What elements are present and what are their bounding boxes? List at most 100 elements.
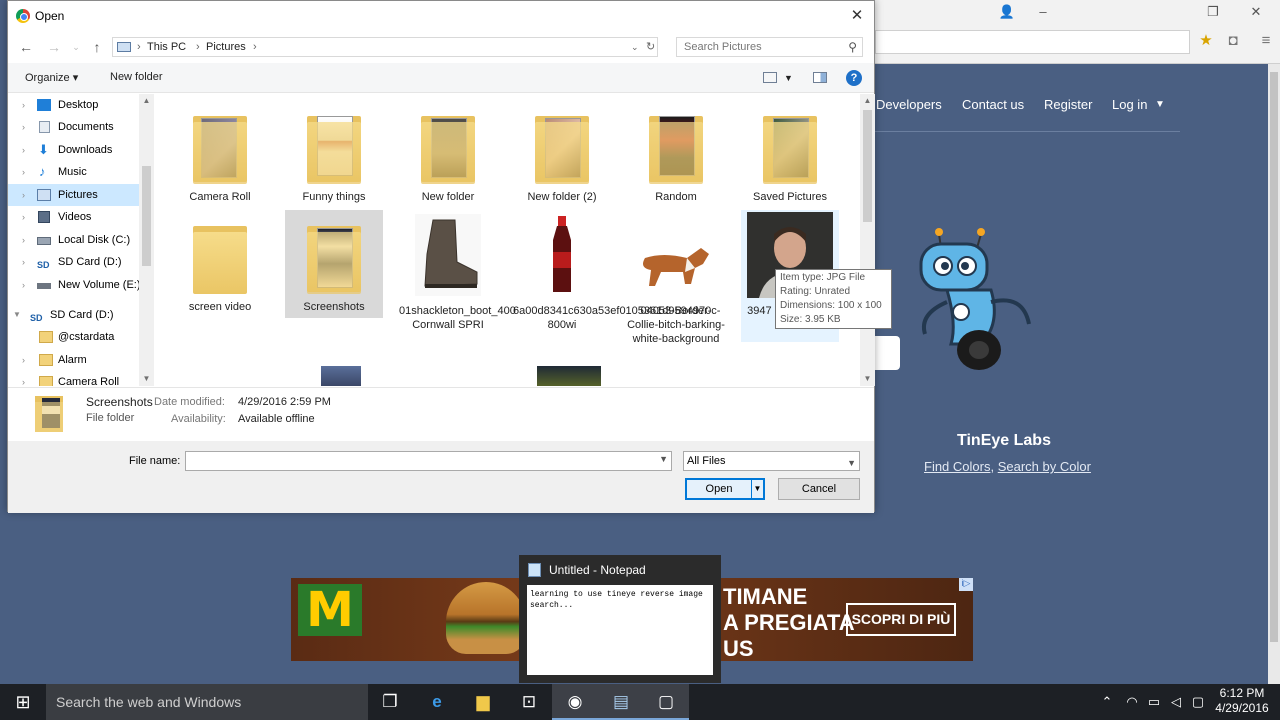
nav-register[interactable]: Register xyxy=(1044,97,1092,112)
file-item-screenshots[interactable]: Screenshots xyxy=(285,210,383,318)
expand-arrow-icon[interactable]: › xyxy=(22,371,25,386)
file-item-new-folder-2[interactable]: New folder (2) xyxy=(513,100,611,208)
close-window-icon[interactable]: ✕ xyxy=(1238,2,1274,22)
expand-arrow-icon[interactable]: › xyxy=(22,116,25,138)
file-item-random[interactable]: Random xyxy=(627,100,725,208)
back-arrow-icon[interactable]: ← xyxy=(16,37,36,57)
chrome-taskbar-icon[interactable]: ◉ xyxy=(552,684,598,720)
taskbar-search[interactable]: Search the web and Windows xyxy=(46,684,368,720)
expand-arrow-icon[interactable]: › xyxy=(22,251,25,273)
recent-locations-icon[interactable]: ⌄ xyxy=(66,37,86,57)
battery-icon[interactable]: ▭ xyxy=(1144,684,1164,720)
close-icon[interactable]: ✕ xyxy=(846,5,868,27)
store-icon[interactable]: ⊡ xyxy=(506,684,552,720)
browser-scrollbar[interactable] xyxy=(1268,64,1280,684)
sidebar-item-documents[interactable]: › Documents xyxy=(8,116,139,138)
file-item-border-collie[interactable]: 04053-Border-Collie-bitch-barking-white-… xyxy=(627,210,725,356)
expand-arrow-icon[interactable]: › xyxy=(22,349,25,371)
task-view-icon[interactable]: ❐ xyxy=(367,684,413,720)
minimize-icon[interactable]: – xyxy=(1025,2,1061,22)
search-by-color-link[interactable]: Search by Color xyxy=(998,459,1091,474)
sidebar-item-videos[interactable]: › Videos xyxy=(8,206,139,228)
navigation-scrollbar[interactable]: ▲ ▼ xyxy=(139,94,154,386)
refresh-icon[interactable]: ↻ xyxy=(646,38,655,56)
file-item-funny-things[interactable]: Funny things xyxy=(285,100,383,208)
file-list-scrollbar[interactable]: ▲ ▼ xyxy=(860,94,875,386)
wifi-icon[interactable]: ◠ xyxy=(1122,684,1142,720)
user-icon[interactable]: 👤 xyxy=(989,2,1025,22)
notepad-preview[interactable]: Untitled - Notepad learning to use tiney… xyxy=(519,555,721,683)
camera-icon[interactable]: ◘ xyxy=(1222,31,1244,51)
sidebar-item-music[interactable]: › ♪ Music xyxy=(8,161,139,183)
sidebar-item-alarm[interactable]: › Alarm xyxy=(8,349,139,371)
breadcrumb-pictures[interactable]: Pictures xyxy=(206,38,246,56)
expand-arrow-icon[interactable]: › xyxy=(22,206,25,228)
file-item-screen-video[interactable]: screen video xyxy=(171,210,269,318)
scroll-down-icon[interactable]: ▼ xyxy=(141,374,152,383)
scrollbar-thumb[interactable] xyxy=(142,166,151,266)
find-colors-link[interactable]: Find Colors xyxy=(924,459,990,474)
file-item-shackleton-boot[interactable]: 01shackleton_boot_400 Cornwall SPRI xyxy=(399,210,516,336)
organize-button[interactable]: Organize ▾ xyxy=(25,71,78,84)
scrollbar-thumb[interactable] xyxy=(863,110,872,222)
file-name-field[interactable]: ▼ xyxy=(185,451,672,471)
address-bar[interactable] xyxy=(875,30,1190,54)
file-type-select[interactable]: All Files ▼ xyxy=(683,451,860,471)
collapse-arrow-icon[interactable]: ▼ xyxy=(13,304,21,326)
sidebar-item-sd-card-expanded[interactable]: ▼ SD SD Card (D:) xyxy=(8,304,139,326)
change-view-icon[interactable] xyxy=(763,72,777,83)
sidebar-item-cstardata[interactable]: @cstardata xyxy=(8,326,139,348)
expand-arrow-icon[interactable]: › xyxy=(22,161,25,183)
sidebar-item-pictures[interactable]: › Pictures xyxy=(8,184,139,206)
cancel-button[interactable]: Cancel xyxy=(778,478,860,500)
file-item-dr-pepper[interactable]: 6a00d8341c630a53ef0105361d9594970c-800wi xyxy=(513,210,720,336)
open-button[interactable]: Open ▼ xyxy=(685,478,765,500)
chevron-down-icon[interactable]: ▼ xyxy=(784,73,793,83)
nav-developers[interactable]: Developers xyxy=(876,97,942,112)
restore-icon[interactable]: ❐ xyxy=(1195,2,1231,22)
file-explorer-icon[interactable]: ▆ xyxy=(460,684,506,720)
new-folder-button[interactable]: New folder xyxy=(110,71,163,83)
menu-icon[interactable]: ≡ xyxy=(1255,31,1277,51)
ad-info-icon[interactable]: i▷ xyxy=(959,578,973,591)
taskbar-clock[interactable]: 6:12 PM 4/29/2016 xyxy=(1210,686,1274,716)
search-icon[interactable]: ⚲ xyxy=(848,38,857,56)
ad-cta-button[interactable]: SCOPRI DI PIÙ xyxy=(846,603,956,636)
preview-pane-icon[interactable] xyxy=(813,72,827,83)
chevron-down-icon[interactable]: ▼ xyxy=(659,454,668,464)
chevron-down-icon[interactable]: ⌄ xyxy=(631,38,639,56)
expand-arrow-icon[interactable]: › xyxy=(22,94,25,116)
sidebar-item-camera-roll[interactable]: › Camera Roll xyxy=(8,371,139,386)
file-item-camera-roll[interactable]: Camera Roll xyxy=(171,100,269,208)
scroll-up-icon[interactable]: ▲ xyxy=(862,96,873,105)
volume-icon[interactable]: ◁ xyxy=(1166,684,1186,720)
help-icon[interactable]: ? xyxy=(846,70,862,86)
up-arrow-icon[interactable]: ↑ xyxy=(87,37,107,57)
sidebar-item-new-volume[interactable]: › New Volume (E:) xyxy=(8,274,141,296)
forward-arrow-icon[interactable]: → xyxy=(44,37,64,57)
nav-contact-us[interactable]: Contact us xyxy=(962,97,1024,112)
edge-icon[interactable]: e xyxy=(414,684,460,720)
notepad-taskbar-icon[interactable]: ▤ xyxy=(598,684,644,720)
sidebar-item-desktop[interactable]: › Desktop xyxy=(8,94,139,116)
sidebar-item-local-disk[interactable]: › Local Disk (C:) xyxy=(8,229,139,251)
expand-arrow-icon[interactable]: › xyxy=(22,184,25,206)
expand-arrow-icon[interactable]: › xyxy=(22,274,25,296)
window-taskbar-icon[interactable]: ▢ xyxy=(643,684,689,720)
file-item-new-folder[interactable]: New folder xyxy=(399,100,497,208)
chevron-down-icon[interactable]: ▼ xyxy=(1155,99,1165,110)
show-hidden-icons[interactable]: ⌃ xyxy=(1098,684,1116,720)
breadcrumb-this-pc[interactable]: This PC xyxy=(147,38,186,56)
action-center-icon[interactable]: ▢ xyxy=(1188,684,1208,720)
scroll-up-icon[interactable]: ▲ xyxy=(141,96,152,105)
scrollbar-thumb[interactable] xyxy=(1270,72,1278,642)
scroll-down-icon[interactable]: ▼ xyxy=(862,374,873,383)
sidebar-item-sd-card[interactable]: › SD SD Card (D:) xyxy=(8,251,139,273)
windows-start-icon[interactable]: ⊞ xyxy=(0,684,46,720)
bookmark-star-icon[interactable]: ★ xyxy=(1195,31,1217,51)
expand-arrow-icon[interactable]: › xyxy=(22,139,25,161)
breadcrumb[interactable]: › This PC › Pictures › ⌄ ↻ xyxy=(112,37,658,57)
sidebar-item-downloads[interactable]: › ⬇ Downloads xyxy=(8,139,139,161)
file-item-saved-pictures[interactable]: Saved Pictures xyxy=(741,100,839,208)
search-input[interactable]: Search Pictures ⚲ xyxy=(676,37,863,57)
